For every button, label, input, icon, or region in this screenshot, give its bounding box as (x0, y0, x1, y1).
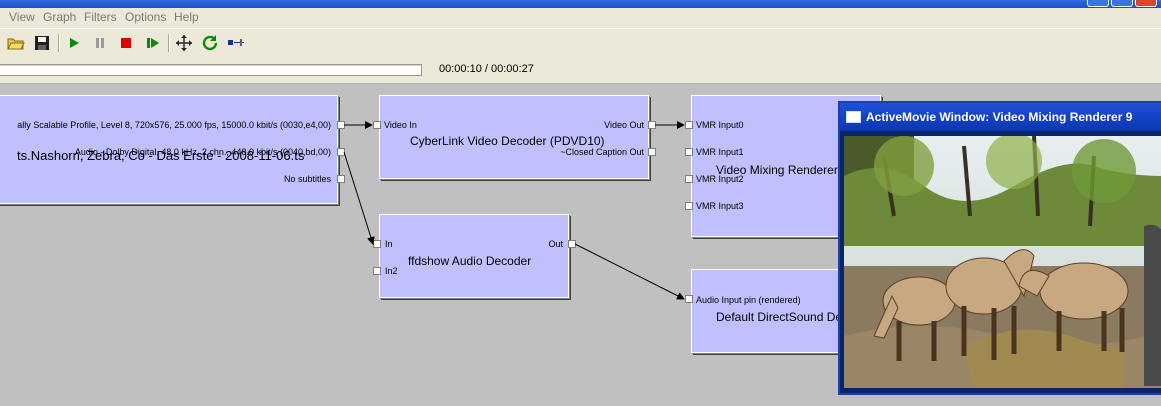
audio-in-pin[interactable] (373, 240, 381, 248)
seek-icon[interactable] (174, 33, 194, 53)
video-out-pin[interactable] (648, 121, 656, 129)
toolbar (0, 28, 1161, 58)
video-in-pin-label: Video In (384, 120, 417, 130)
vmr-input0-pin[interactable] (685, 121, 693, 129)
wire-audio-decoder-to-dsound (574, 243, 685, 300)
video-out-pin-label: Video Out (604, 120, 644, 130)
window-titlebar (0, 0, 1161, 8)
slider-icon[interactable] (226, 33, 246, 53)
open-folder-icon[interactable] (6, 33, 26, 53)
vmr-input2-pin[interactable] (685, 175, 693, 183)
menu-graph[interactable]: Graph (43, 10, 76, 24)
seek-track[interactable] (0, 64, 422, 76)
dsound-pin-label: Audio Input pin (rendered) (696, 295, 801, 305)
vmr-input2-label: VMR Input2 (696, 174, 744, 184)
minimize-button[interactable] (1087, 0, 1109, 7)
video-decoder-name: CyberLink Video Decoder (PDVD10) (410, 134, 605, 148)
time-readout: 00:00:10 / 00:00:27 (439, 63, 534, 75)
wire-source-to-audio-decoder (343, 151, 375, 245)
pause-icon[interactable] (90, 33, 110, 53)
filter-audio-decoder[interactable]: In ffdshow Audio Decoder In2 Out (379, 214, 569, 298)
step-frame-icon[interactable] (143, 33, 163, 53)
menu-view[interactable]: View (9, 10, 35, 24)
menu-bar: View Graph Filters Options Help (0, 8, 1161, 27)
vmr-input3-label: VMR Input3 (696, 201, 744, 211)
audio-out-pin-label: Out (548, 239, 563, 249)
vmr-input3-pin[interactable] (685, 202, 693, 210)
maximize-button[interactable] (1111, 0, 1133, 7)
stop-icon[interactable] (116, 33, 136, 53)
filter-source[interactable]: ally Scalable Profile, Level 8, 720x576,… (0, 95, 338, 204)
audio-out-pin[interactable] (568, 240, 576, 248)
toolbar-separator (58, 34, 60, 52)
refresh-icon[interactable] (200, 33, 220, 53)
close-button[interactable] (1135, 0, 1157, 7)
closed-caption-pin[interactable] (648, 148, 656, 156)
vmr-input0-label: VMR Input0 (696, 120, 744, 130)
closed-caption-pin-label: ~Closed Caption Out (560, 147, 644, 157)
window-icon (846, 111, 861, 123)
activemovie-window[interactable]: ActiveMovie Window: Video Mixing Rendere… (838, 101, 1161, 395)
toolbar-separator (168, 34, 170, 52)
dsound-input-pin[interactable] (685, 295, 693, 303)
video-frame (844, 136, 1161, 388)
menu-filters[interactable]: Filters (84, 10, 117, 24)
audio-in2-pin-label: In2 (385, 266, 398, 276)
audio-in2-pin[interactable] (373, 267, 381, 275)
menu-help[interactable]: Help (174, 10, 199, 24)
video-in-pin[interactable] (373, 121, 381, 129)
source-video-pin[interactable] (337, 121, 345, 129)
menu-options[interactable]: Options (125, 10, 166, 24)
activemovie-titlebar[interactable]: ActiveMovie Window: Video Mixing Rendere… (840, 103, 1161, 131)
activemovie-title: ActiveMovie Window: Video Mixing Rendere… (866, 110, 1133, 124)
filter-video-decoder[interactable]: Video In Video Out CyberLink Video Decod… (379, 95, 649, 179)
audio-in-pin-label: In (385, 239, 393, 249)
vmr-input1-label: VMR Input1 (696, 147, 744, 157)
source-subtitle-pin-label: No subtitles (283, 174, 331, 184)
save-icon[interactable] (32, 33, 52, 53)
play-icon[interactable] (64, 33, 84, 53)
horses-scene-image (844, 136, 1161, 388)
source-subtitle-pin[interactable] (337, 175, 345, 183)
source-video-pin-label: ally Scalable Profile, Level 8, 720x576,… (17, 120, 331, 130)
seek-bar: 00:00:10 / 00:00:27 (0, 57, 1161, 84)
vmr-input1-pin[interactable] (685, 148, 693, 156)
audio-decoder-name: ffdshow Audio Decoder (408, 254, 532, 268)
source-filter-name: ts.Nashorn, Zebra, Co - Das Erste - 2008… (17, 148, 305, 163)
source-audio-pin[interactable] (337, 148, 345, 156)
